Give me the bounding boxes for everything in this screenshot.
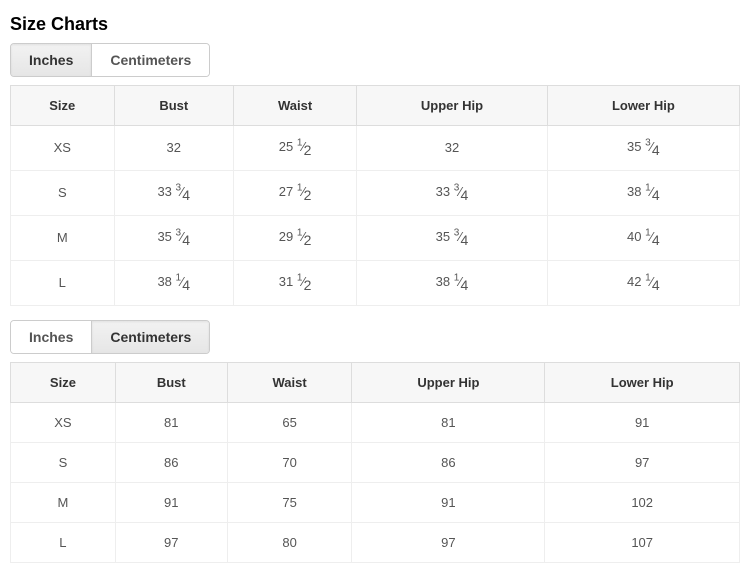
table-cell: 35 3⁄4: [357, 215, 547, 260]
table-cell: S: [11, 442, 116, 482]
column-header: Waist: [233, 86, 356, 126]
table-cell: L: [11, 522, 116, 562]
fraction-value: 33 3⁄4: [436, 184, 469, 199]
fraction-value: 27 1⁄2: [279, 184, 312, 199]
unit-tabs-1: Inches Centimeters: [10, 43, 210, 77]
table-cell: 38 1⁄4: [114, 260, 233, 305]
tab-inches[interactable]: Inches: [11, 44, 91, 76]
table-cell: 40 1⁄4: [547, 215, 739, 260]
column-header: Size: [11, 86, 115, 126]
page-title: Size Charts: [10, 14, 740, 35]
table-cell: 91: [545, 402, 740, 442]
column-header: Upper Hip: [357, 86, 547, 126]
fraction-value: 35 3⁄4: [627, 139, 660, 154]
table-cell: M: [11, 482, 116, 522]
unit-tabs-2: Inches Centimeters: [10, 320, 210, 354]
table-row: XS3225 1⁄23235 3⁄4: [11, 126, 740, 171]
fraction-value: 38 1⁄4: [436, 274, 469, 289]
table-cell: 107: [545, 522, 740, 562]
table-header-row: SizeBustWaistUpper HipLower Hip: [11, 86, 740, 126]
table-cell: 75: [227, 482, 352, 522]
column-header: Bust: [115, 362, 227, 402]
fraction-value: 35 3⁄4: [436, 229, 469, 244]
table-cell: 35 3⁄4: [114, 215, 233, 260]
column-header: Bust: [114, 86, 233, 126]
table-cell: S: [11, 170, 115, 215]
table-cell: 38 1⁄4: [547, 170, 739, 215]
table-cell: 31 1⁄2: [233, 260, 356, 305]
table-cell: 33 3⁄4: [114, 170, 233, 215]
table-cell: 97: [352, 522, 545, 562]
fraction-value: 38 1⁄4: [627, 184, 660, 199]
fraction-value: 33 3⁄4: [157, 184, 190, 199]
table-cell: 80: [227, 522, 352, 562]
fraction-value: 38 1⁄4: [157, 274, 190, 289]
table-cell: 65: [227, 402, 352, 442]
table-cell: 97: [545, 442, 740, 482]
table-cell: 86: [115, 442, 227, 482]
column-header: Waist: [227, 362, 352, 402]
fraction-value: 31 1⁄2: [279, 274, 312, 289]
table-row: L 38 1⁄4 31 1⁄2 38 1⁄4 42 1⁄4: [11, 260, 740, 305]
table-cell: 81: [352, 402, 545, 442]
table-cell: 81: [115, 402, 227, 442]
table-row: M 35 3⁄4 29 1⁄2 35 3⁄4 40 1⁄4: [11, 215, 740, 260]
table-cell: M: [11, 215, 115, 260]
table-row: S86708697: [11, 442, 740, 482]
table-cell: 38 1⁄4: [357, 260, 547, 305]
table-cell: 25 1⁄2: [233, 126, 356, 171]
tab-centimeters[interactable]: Centimeters: [91, 44, 209, 76]
table-row: M917591102: [11, 482, 740, 522]
table-cell: 29 1⁄2: [233, 215, 356, 260]
table-cell: XS: [11, 402, 116, 442]
fraction-value: 29 1⁄2: [279, 229, 312, 244]
table-cell: 86: [352, 442, 545, 482]
table-cell: 70: [227, 442, 352, 482]
table-cell: 102: [545, 482, 740, 522]
table-cell: 91: [352, 482, 545, 522]
table-cell: 91: [115, 482, 227, 522]
column-header: Lower Hip: [545, 362, 740, 402]
table-cell: 32: [114, 126, 233, 171]
fraction-value: 25 1⁄2: [279, 139, 312, 154]
table-row: S 33 3⁄4 27 1⁄2 33 3⁄4 38 1⁄4: [11, 170, 740, 215]
column-header: Size: [11, 362, 116, 402]
tab-centimeters[interactable]: Centimeters: [91, 321, 209, 353]
column-header: Lower Hip: [547, 86, 739, 126]
size-table-centimeters: SizeBustWaistUpper HipLower Hip XS816581…: [10, 362, 740, 563]
fraction-value: 42 1⁄4: [627, 274, 660, 289]
table-cell: L: [11, 260, 115, 305]
size-table-inches: SizeBustWaistUpper HipLower Hip XS3225 1…: [10, 85, 740, 306]
table-row: L978097107: [11, 522, 740, 562]
table-cell: 33 3⁄4: [357, 170, 547, 215]
table-cell: 35 3⁄4: [547, 126, 739, 171]
table-cell: 32: [357, 126, 547, 171]
table-cell: 42 1⁄4: [547, 260, 739, 305]
tab-inches[interactable]: Inches: [11, 321, 91, 353]
fraction-value: 35 3⁄4: [157, 229, 190, 244]
table-header-row: SizeBustWaistUpper HipLower Hip: [11, 362, 740, 402]
column-header: Upper Hip: [352, 362, 545, 402]
table-cell: 97: [115, 522, 227, 562]
table-row: XS81658191: [11, 402, 740, 442]
table-cell: 27 1⁄2: [233, 170, 356, 215]
table-cell: XS: [11, 126, 115, 171]
fraction-value: 40 1⁄4: [627, 229, 660, 244]
